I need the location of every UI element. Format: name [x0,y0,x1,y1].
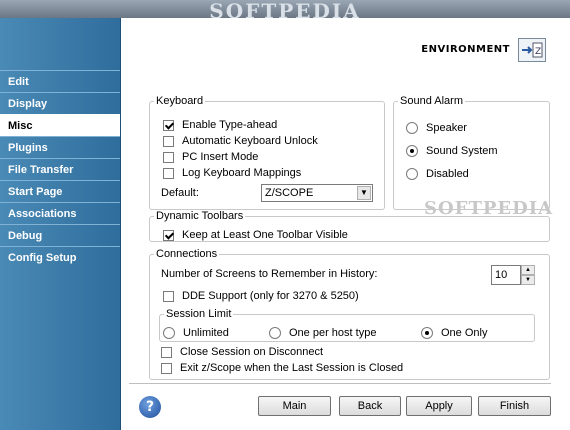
page-header: ENVIRONMENT Z [121,18,570,83]
close-session-option[interactable]: Close Session on Disconnect [161,346,323,358]
environment-icon: Z [518,38,546,62]
sidebar-item-file-transfer[interactable]: File Transfer [0,158,120,180]
one-per-host-radio[interactable] [269,327,281,339]
sidebar-item-associations[interactable]: Associations [0,202,120,224]
dde-support-option[interactable]: DDE Support (only for 3270 & 5250) [163,290,359,302]
keep-toolbar-visible-checkbox[interactable] [163,229,174,241]
auto-keyboard-unlock-option[interactable]: Automatic Keyboard Unlock [163,135,318,147]
keyboard-legend: Keyboard [156,95,204,107]
main-button[interactable]: Main [258,396,331,416]
enable-type-ahead-checkbox[interactable] [163,119,174,131]
log-keyboard-mappings-option[interactable]: Log Keyboard Mappings [163,167,301,179]
dynamic-toolbars-legend: Dynamic Toolbars [156,210,244,222]
footer-divider [129,383,551,384]
exit-on-last-session-checkbox[interactable] [161,362,172,374]
session-limit-legend: Session Limit [166,308,232,320]
chevron-up-icon[interactable]: ▲ [521,265,535,275]
default-label: Default: [161,187,199,199]
speaker-label: Speaker [426,122,467,134]
sound-alarm-legend: Sound Alarm [400,95,463,107]
unlimited-radio[interactable] [163,327,175,339]
log-keyboard-mappings-checkbox[interactable] [163,167,174,179]
sidebar-item-plugins[interactable]: Plugins [0,136,120,158]
one-only-label: One Only [441,327,488,339]
exit-on-last-session-option[interactable]: Exit z/Scope when the Last Session is Cl… [161,362,403,374]
auto-keyboard-unlock-label: Automatic Keyboard Unlock [182,135,318,147]
enable-type-ahead-label: Enable Type-ahead [182,119,278,131]
sidebar-item-display[interactable]: Display [0,92,120,114]
pc-insert-mode-checkbox[interactable] [163,151,174,163]
disabled-radio[interactable] [406,168,418,180]
screens-history-label: Number of Screens to Remember in History… [161,268,378,280]
chevron-down-icon[interactable]: ▼ [357,186,371,200]
close-session-label: Close Session on Disconnect [180,346,324,358]
help-icon[interactable]: ? [139,396,161,418]
page-title: ENVIRONMENT [421,44,510,55]
auto-keyboard-unlock-checkbox[interactable] [163,135,174,147]
main-panel: ENVIRONMENT Z Keyboard Enable Type-ahead… [121,18,570,430]
screens-history-value[interactable]: 10 [491,265,521,285]
one-per-host-option[interactable]: One per host type [269,327,376,339]
log-keyboard-mappings-label: Log Keyboard Mappings [182,167,302,179]
sidebar-item-start-page[interactable]: Start Page [0,180,120,202]
disabled-option[interactable]: Disabled [406,168,469,180]
chevron-down-icon[interactable]: ▼ [521,275,535,285]
speaker-option[interactable]: Speaker [406,122,467,134]
window-titlebar: SOFTPEDIA [0,0,570,18]
svg-text:Z: Z [535,47,541,57]
titlebar-watermark: SOFTPEDIA [209,0,361,18]
dde-support-checkbox[interactable] [163,290,174,302]
sound-system-option[interactable]: Sound System [406,145,498,157]
sound-system-label: Sound System [426,145,498,157]
close-session-checkbox[interactable] [161,346,172,358]
disabled-label: Disabled [426,168,469,180]
default-keyboard-value: Z/SCOPE [265,187,314,199]
one-only-option[interactable]: One Only [421,327,487,339]
one-only-radio[interactable] [421,327,433,339]
dde-support-label: DDE Support (only for 3270 & 5250) [182,290,359,302]
keep-toolbar-visible-label: Keep at Least One Toolbar Visible [182,229,348,241]
default-keyboard-select[interactable]: Z/SCOPE ▼ [261,184,373,202]
back-button[interactable]: Back [339,396,401,416]
enable-type-ahead-option[interactable]: Enable Type-ahead [163,119,277,131]
keep-toolbar-visible-option[interactable]: Keep at Least One Toolbar Visible [163,229,348,241]
sidebar-item-debug[interactable]: Debug [0,224,120,246]
sidebar-item-edit[interactable]: Edit [0,70,120,92]
exit-on-last-session-label: Exit z/Scope when the Last Session is Cl… [180,362,404,374]
apply-button[interactable]: Apply [406,396,472,416]
sidebar-item-misc[interactable]: Misc [0,114,120,136]
unlimited-option[interactable]: Unlimited [163,327,229,339]
one-per-host-label: One per host type [289,327,377,339]
speaker-radio[interactable] [406,122,418,134]
connections-legend: Connections [156,248,218,260]
sound-system-radio[interactable] [406,145,418,157]
screens-history-stepper[interactable]: 10 ▲ ▼ [491,265,535,285]
finish-button[interactable]: Finish [478,396,551,416]
pc-insert-mode-label: PC Insert Mode [182,151,259,163]
unlimited-label: Unlimited [183,327,229,339]
sidebar-item-config-setup[interactable]: Config Setup [0,246,120,268]
sidebar: Edit Display Misc Plugins File Transfer … [0,18,121,430]
pc-insert-mode-option[interactable]: PC Insert Mode [163,151,258,163]
